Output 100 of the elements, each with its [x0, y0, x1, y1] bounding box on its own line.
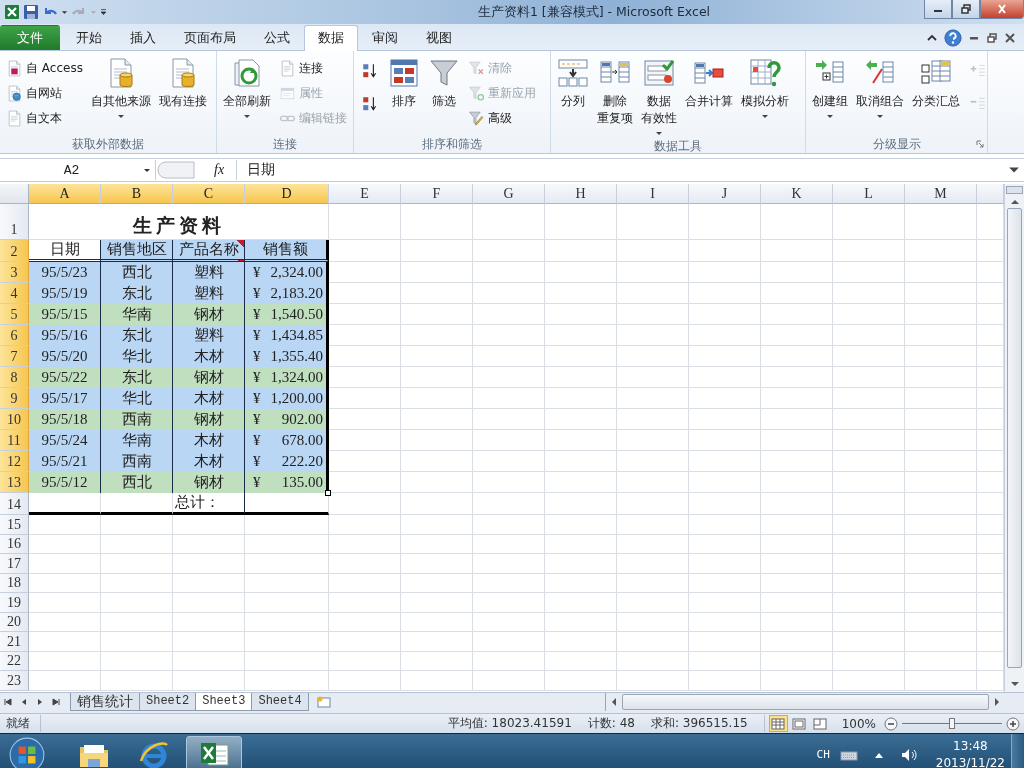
ribbon-tab[interactable]: 插入 [116, 25, 170, 50]
ribbon-button[interactable]: 分类汇总 [909, 53, 963, 112]
ribbon-button[interactable]: 高级 [465, 106, 539, 130]
scroll-right-icon[interactable] [993, 697, 1001, 707]
ribbon-button[interactable]: 筛选 [425, 53, 463, 112]
row-header[interactable]: 11 [0, 430, 29, 451]
column-header[interactable]: E [329, 184, 401, 204]
restore-icon[interactable] [986, 32, 998, 44]
column-header[interactable]: A [29, 184, 101, 204]
column-header[interactable]: M [905, 184, 977, 204]
row-header[interactable]: 23 [0, 671, 29, 691]
row-header[interactable]: 9 [0, 388, 29, 409]
scroll-down-icon[interactable] [1009, 680, 1020, 688]
column-header[interactable]: I [617, 184, 689, 204]
column-header[interactable]: H [545, 184, 617, 204]
fill-handle[interactable] [325, 490, 331, 496]
zoom-out-icon[interactable] [884, 716, 898, 731]
scroll-up-icon[interactable] [1009, 198, 1020, 206]
ribbon-tab[interactable]: 审阅 [358, 25, 412, 50]
start-button[interactable] [8, 735, 46, 768]
ribbon-button[interactable]: 自 Access [3, 56, 86, 80]
row-header[interactable]: 14 [0, 493, 29, 515]
page-break-button[interactable] [810, 715, 830, 732]
close-button[interactable] [980, 0, 1024, 19]
ribbon-button[interactable]: 数据 有效性 [638, 53, 680, 138]
dialog-launcher-icon[interactable] [976, 140, 984, 148]
ribbon-tab[interactable]: 公式 [250, 25, 304, 50]
show-desktop-button[interactable] [1011, 734, 1024, 768]
page-layout-button[interactable] [789, 715, 809, 732]
row-header[interactable]: 19 [0, 593, 29, 613]
ribbon-tab[interactable]: 视图 [412, 25, 466, 50]
row-header[interactable]: 2 [0, 240, 29, 262]
column-header[interactable]: J [689, 184, 761, 204]
row-header[interactable]: 6 [0, 325, 29, 346]
speaker-icon[interactable] [899, 747, 918, 762]
ribbon-button[interactable]: 全部刷新 [220, 53, 274, 121]
row-header[interactable]: 17 [0, 554, 29, 574]
sheet-tab[interactable]: Sheet2 [139, 693, 197, 711]
vertical-scrollbar[interactable] [1004, 184, 1024, 692]
formula-field[interactable]: 日期 [237, 161, 1008, 179]
row-header[interactable]: 5 [0, 304, 29, 325]
ribbon-button[interactable]: 自其他来源 [87, 53, 154, 121]
sheet-tab[interactable]: Sheet4 [251, 693, 309, 711]
file-tab[interactable]: 文件 [0, 25, 60, 50]
language-indicator[interactable]: CH [816, 748, 830, 761]
spreadsheet-taskbar-button[interactable] [186, 735, 242, 768]
ribbon-button[interactable]: 自文本 [3, 106, 86, 130]
close-icon[interactable] [1004, 32, 1016, 44]
row-header[interactable]: 21 [0, 632, 29, 652]
scroll-left-icon[interactable] [610, 697, 618, 707]
row-header[interactable]: 15 [0, 515, 29, 535]
ribbon-tab[interactable]: 数据 [304, 25, 358, 51]
ribbon-button[interactable]: 排序 [385, 53, 423, 112]
zoom-level[interactable]: 100% [841, 716, 876, 731]
row-header[interactable]: 3 [0, 262, 29, 283]
row-header[interactable]: 12 [0, 451, 29, 472]
row-header[interactable]: 10 [0, 409, 29, 430]
row-header[interactable]: 4 [0, 283, 29, 304]
save-icon[interactable] [23, 4, 39, 20]
row-header[interactable]: 8 [0, 367, 29, 388]
last-sheet-icon[interactable] [51, 697, 61, 707]
clock-time[interactable]: 13:48 [953, 737, 988, 755]
minimize-button[interactable] [924, 0, 952, 19]
scroll-thumb[interactable] [1007, 208, 1022, 668]
zoom-in-icon[interactable] [1006, 716, 1020, 731]
ribbon-button[interactable]: 删除 重复项 [594, 53, 636, 129]
ribbon-tab[interactable]: 开始 [62, 25, 116, 50]
ribbon-button[interactable]: 连接 [276, 56, 350, 80]
ribbon-button[interactable]: 创建组 [809, 53, 851, 121]
ribbon-button[interactable]: 分列 [554, 53, 592, 112]
column-header[interactable]: B [101, 184, 173, 204]
column-header[interactable]: C [173, 184, 245, 204]
ribbon-button[interactable]: 取消组合 [853, 53, 907, 121]
customize-icon[interactable] [100, 8, 107, 16]
column-header[interactable]: D [245, 184, 329, 204]
scroll-thumb[interactable] [622, 694, 989, 710]
ribbon-button[interactable]: 自网站 [3, 81, 86, 105]
column-header[interactable]: F [401, 184, 473, 204]
help-icon[interactable] [944, 29, 962, 47]
first-sheet-icon[interactable] [3, 697, 13, 707]
column-header[interactable]: G [473, 184, 545, 204]
name-box[interactable]: A2 [0, 160, 156, 180]
ribbon-button[interactable]: 合并计算 [682, 53, 736, 112]
spreadsheet-icon[interactable] [4, 4, 20, 20]
insert-function-button[interactable]: fx [196, 160, 238, 180]
column-header[interactable]: L [833, 184, 905, 204]
ribbon-button[interactable]: 现有连接 [155, 53, 210, 112]
column-header[interactable]: K [761, 184, 833, 204]
restore-button[interactable] [952, 0, 980, 19]
slider-thumb[interactable] [949, 718, 955, 729]
row-header[interactable]: 7 [0, 346, 29, 367]
normal-view-button[interactable] [768, 715, 788, 732]
row-header[interactable]: 13 [0, 472, 29, 493]
expand-handle-icon[interactable] [156, 160, 196, 180]
expand-icon[interactable] [1008, 165, 1020, 175]
caret-icon[interactable] [61, 8, 68, 16]
sheet-tab[interactable]: 销售统计 [70, 693, 140, 711]
row-header[interactable]: 1 [0, 204, 29, 240]
ribbon-tab[interactable]: 页面布局 [170, 25, 250, 50]
clock-date[interactable]: 2013/11/22 [935, 754, 1005, 768]
